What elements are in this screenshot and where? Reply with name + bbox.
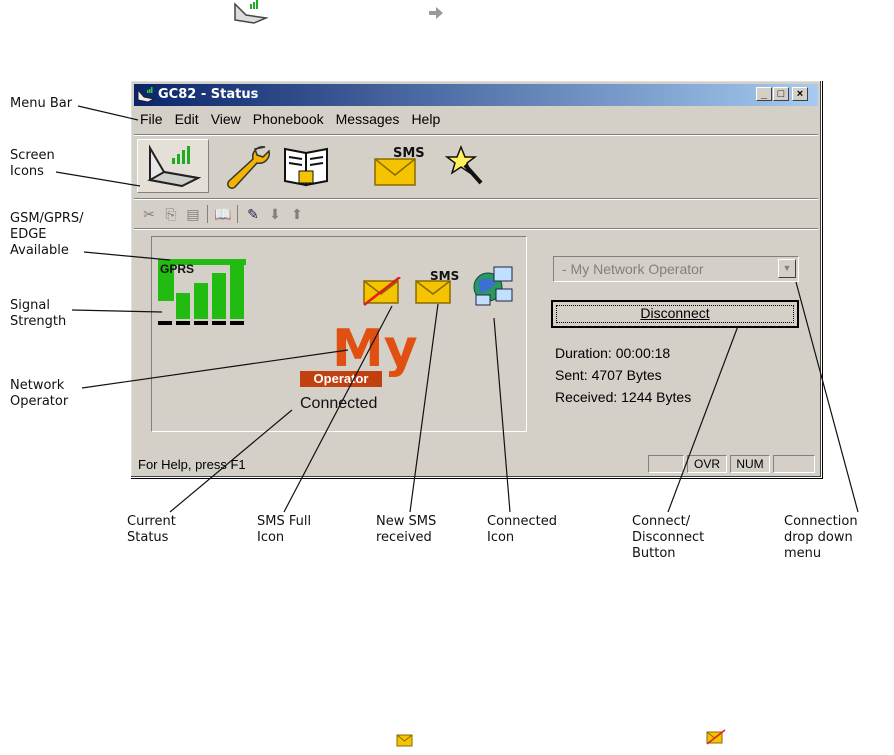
status-cell-num: NUM <box>730 455 770 473</box>
gprs-label: GPRS <box>160 262 194 276</box>
received-text: Received: 1244 Bytes <box>555 389 692 405</box>
annotation-network-operator: Network Operator <box>10 378 69 409</box>
status-cell-empty <box>648 455 684 473</box>
inbox-icon[interactable]: ⬇ <box>265 204 285 224</box>
edit-note-icon[interactable]: ✎ <box>243 204 263 224</box>
cut-icon[interactable]: ✂ <box>139 204 159 224</box>
phone-status-icon <box>147 144 202 188</box>
status-bar: For Help, press F1 OVR NUM <box>134 453 818 475</box>
operator-logo: My <box>332 323 418 375</box>
window-title: GC82 - Status <box>158 87 259 102</box>
sms-label: SMS <box>393 146 425 161</box>
annotation-connect-button: Connect/ Disconnect Button <box>632 514 705 561</box>
menu-edit[interactable]: Edit <box>169 108 205 127</box>
disconnect-button[interactable]: Disconnect <box>551 300 799 328</box>
menu-messages[interactable]: Messages <box>330 108 406 127</box>
connected-icon <box>473 266 513 306</box>
network-operator-value: - My Network Operator <box>562 261 704 277</box>
annotation-sms-full: SMS Full Icon <box>257 514 312 545</box>
network-operator-dropdown[interactable]: - My Network Operator ▼ <box>553 256 799 282</box>
connection-status-text: Connected <box>300 395 378 412</box>
menu-view[interactable]: View <box>205 108 247 127</box>
new-sms-icon: SMS <box>415 269 459 304</box>
address-book-icon[interactable]: 📖 <box>213 204 233 224</box>
arrow-right-icon <box>429 7 443 19</box>
toolbar-separator <box>134 198 818 200</box>
annotation-connected-icon: Connected Icon <box>487 514 558 545</box>
annotation-screen-icons: Screen Icons <box>10 148 55 179</box>
status-window: GC82 - Status _ □ × File Edit View Phoneboo… <box>130 80 822 478</box>
menu-bar: File Edit View Phonebook Messages Help <box>134 108 446 130</box>
duration-text: Duration: 00:00:18 <box>555 345 671 361</box>
menu-help[interactable]: Help <box>405 108 446 127</box>
annotation-current-status: Current Status <box>127 514 176 545</box>
sms-full-icon <box>363 277 401 306</box>
annotation-menu-bar: Menu Bar <box>10 96 73 111</box>
disconnect-label: Disconnect <box>640 305 710 321</box>
annotation-signal-strength: Signal Strength <box>10 298 67 329</box>
sms-full-small-icon <box>706 729 726 745</box>
toolbar-bottom-separator <box>134 228 818 230</box>
sent-text: Sent: 4707 Bytes <box>555 367 662 383</box>
leader-screen-icons <box>55 171 141 187</box>
paste-icon[interactable]: ▤ <box>183 204 203 224</box>
phonebook-icon[interactable] <box>281 143 333 189</box>
operator-logo-word: Operator <box>300 371 382 387</box>
signal-strength-indicator: GPRS <box>158 259 246 325</box>
title-bar[interactable]: GC82 - Status _ □ × <box>134 84 818 106</box>
maximize-button[interactable]: □ <box>773 87 789 101</box>
annotation-connection-dropdown: Connection drop down menu <box>784 514 858 561</box>
phone-status-icon <box>234 0 269 24</box>
wizard-icon[interactable] <box>443 143 489 189</box>
annotation-gsm-available: GSM/GPRS/ EDGE Available <box>10 211 84 258</box>
outbox-icon[interactable]: ⬆ <box>287 204 307 224</box>
annotation-new-sms: New SMS received <box>376 514 437 545</box>
menu-separator <box>134 134 818 136</box>
status-screen-button[interactable] <box>137 139 209 193</box>
chevron-down-icon[interactable]: ▼ <box>778 259 796 278</box>
status-cell-scrl <box>773 455 815 473</box>
sms-envelope-icon <box>396 734 413 747</box>
minimize-button[interactable]: _ <box>756 87 772 101</box>
status-panel: GPRS SMS My Operator Connected <box>151 236 527 432</box>
status-cell-ovr: OVR <box>687 455 727 473</box>
status-help-text: For Help, press F1 <box>138 457 246 472</box>
operator-logo-letters: My <box>332 319 418 379</box>
sms-messages-icon[interactable]: SMS <box>371 143 427 189</box>
app-icon <box>137 87 155 103</box>
wrench-icon[interactable] <box>221 143 273 189</box>
close-button[interactable]: × <box>792 87 808 101</box>
leader-menu-bar <box>77 105 139 121</box>
toolbar-divider <box>207 205 208 223</box>
new-sms-label: SMS <box>430 269 459 283</box>
toolbar-divider <box>237 205 238 223</box>
copy-icon[interactable]: ⎘ <box>161 204 181 224</box>
menu-file[interactable]: File <box>134 108 169 127</box>
menu-phonebook[interactable]: Phonebook <box>247 108 330 127</box>
